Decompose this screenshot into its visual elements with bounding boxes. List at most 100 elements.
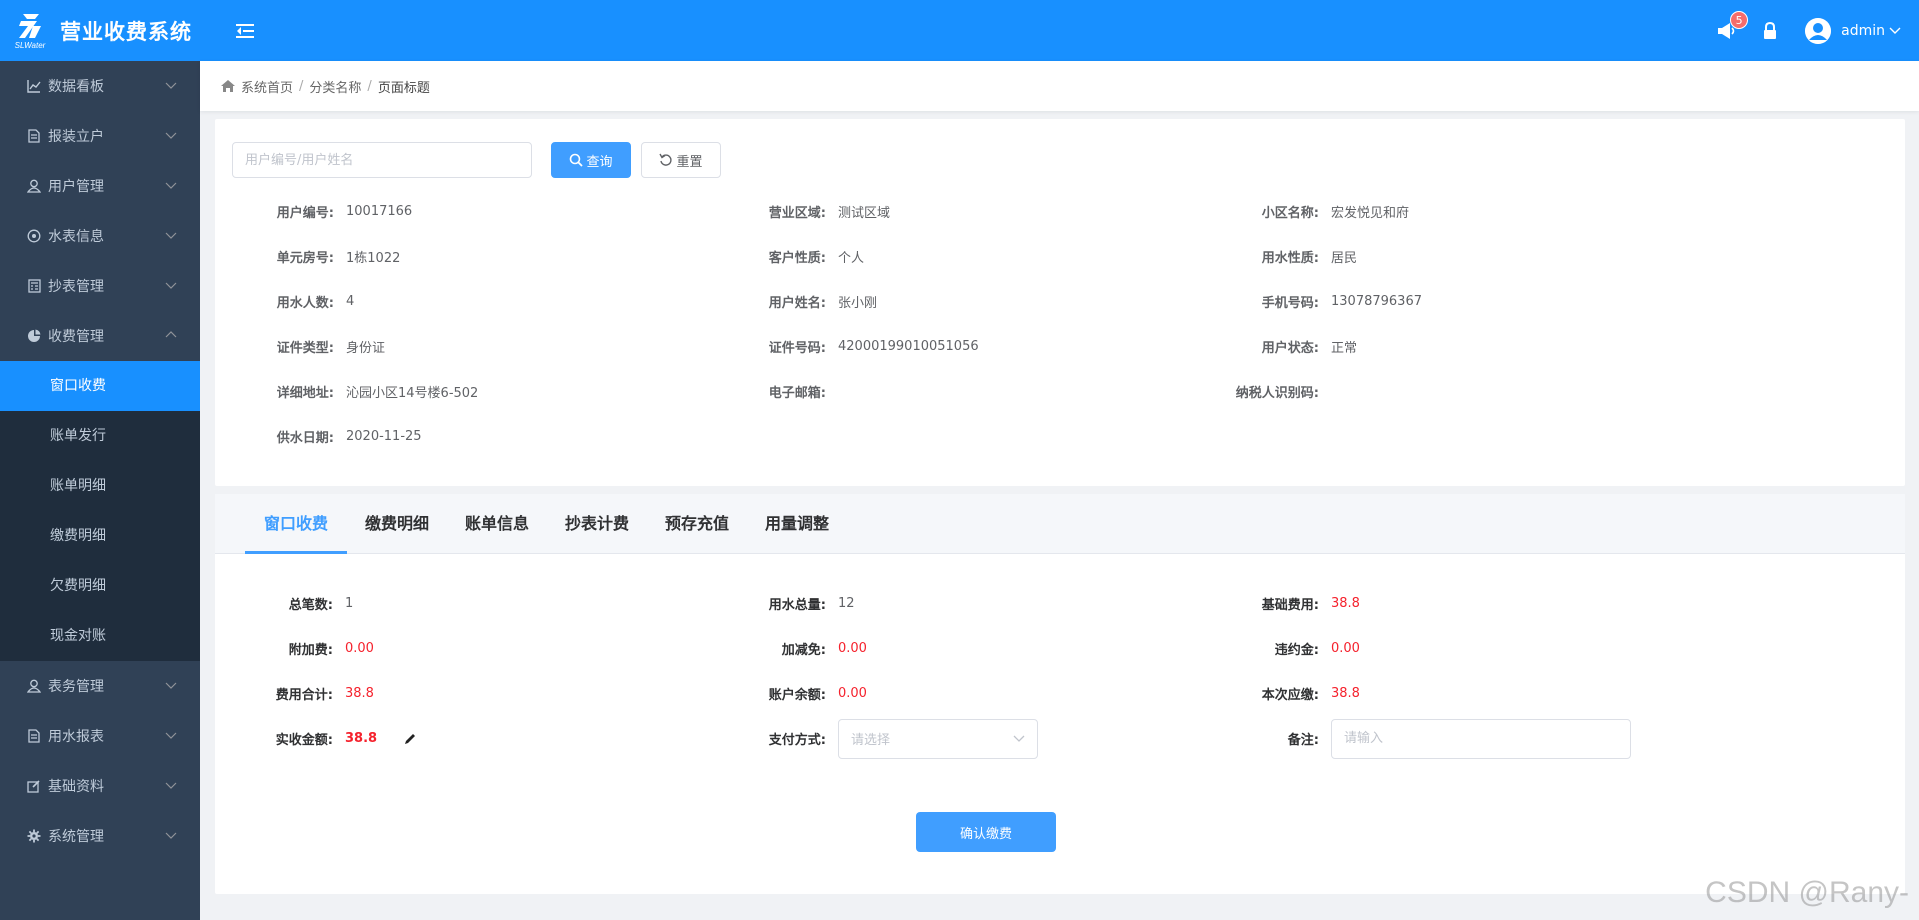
sidebar-item-basic-data[interactable]: 基础资料	[0, 761, 200, 811]
chevron-down-icon	[1013, 735, 1025, 742]
sidebar-subitem-arrears-detail[interactable]: 欠费明细	[0, 561, 200, 611]
app-title: 营业收费系统	[60, 19, 192, 44]
fee-row: 费用合计: 38.8 账户余额: 0.00 本次应缴: 38.8	[215, 671, 1905, 716]
sidebar-item-install[interactable]: 报装立户	[0, 111, 200, 161]
info-row: 用户编号: 10017166 营业区域: 测试区域 小区名称: 宏发悦见和府	[215, 189, 1905, 234]
payment-method-select[interactable]: 请选择	[838, 718, 1038, 759]
sidebar-item-label: 报装立户	[48, 129, 104, 145]
info-field: 供水日期: 2020-11-25	[215, 414, 422, 459]
info-field: 用户编号: 10017166	[215, 189, 412, 234]
user-icon	[26, 678, 42, 694]
sidebar-item-billing[interactable]: 收费管理	[0, 311, 200, 361]
sidebar-subitem-window-payment[interactable]: 窗口收费	[0, 361, 200, 411]
sidebar-item-users[interactable]: 用户管理	[0, 161, 200, 211]
breadcrumb-category[interactable]: 分类名称	[309, 77, 361, 96]
sidebar-item-label: 收费管理	[48, 329, 104, 345]
lock-icon	[1764, 21, 1777, 39]
meter-icon	[26, 228, 42, 244]
chevron-down-icon	[165, 782, 177, 789]
sidebar-item-label: 用水报表	[48, 729, 104, 745]
id-number-label: 证件号码:	[768, 341, 826, 356]
fee-row: 总笔数: 1 用水总量: 12 基础费用: 38.8	[215, 581, 1905, 626]
sidebar-item-dashboard[interactable]: 数据看板	[0, 61, 200, 111]
logo-subtitle: SLWater	[14, 40, 46, 50]
notification-button[interactable]: 5	[1715, 10, 1749, 42]
info-row: 供水日期: 2020-11-25	[215, 414, 1905, 459]
info-field: 证件号码: 42000199010051056	[707, 324, 979, 369]
sidebar-item-label: 系统管理	[48, 829, 104, 845]
extra-fee-value: 0.00	[345, 641, 374, 656]
business-area-label: 营业区域:	[768, 206, 826, 221]
tab-window-payment[interactable]: 窗口收费	[245, 494, 347, 554]
lock-button[interactable]	[1759, 20, 1781, 42]
fee-field: 加减免: 0.00	[708, 626, 867, 671]
confirm-payment-button[interactable]: 确认缴费	[916, 812, 1056, 852]
id-type-value: 身份证	[346, 341, 386, 356]
query-button[interactable]: 查询	[551, 142, 631, 178]
user-avatar-icon	[1805, 17, 1832, 44]
id-number-value: 42000199010051056	[838, 339, 979, 354]
breadcrumb-separator: /	[367, 78, 372, 94]
tab-reading-billing[interactable]: 抄表计费	[547, 494, 647, 554]
sidebar-item-system[interactable]: 系统管理	[0, 811, 200, 861]
sidebar-item-meter-service[interactable]: 表务管理	[0, 661, 200, 711]
fee-field: 账户余额: 0.00	[708, 671, 867, 716]
sidebar-subitem-bill-detail[interactable]: 账单明细	[0, 461, 200, 511]
sidebar-item-reading[interactable]: 抄表管理	[0, 261, 200, 311]
user-menu[interactable]: admin	[1805, 17, 1901, 44]
chevron-down-icon	[165, 182, 177, 189]
supply-date-label: 供水日期:	[276, 431, 334, 446]
balance-label: 账户余额:	[768, 688, 826, 703]
sidebar-item-meters[interactable]: 水表信息	[0, 211, 200, 261]
user-status-value: 正常	[1331, 341, 1358, 356]
sidebar-item-label: 数据看板	[48, 79, 104, 95]
extra-fee-label: 附加费:	[288, 643, 333, 658]
breadcrumb-current: 页面标题	[377, 80, 430, 96]
active-tab-indicator	[245, 551, 347, 554]
fee-field: 支付方式: 请选择	[708, 716, 1038, 761]
sidebar-subitem-cash-reconcile[interactable]: 现金对账	[0, 611, 200, 661]
penalty-label: 违约金:	[1274, 643, 1319, 658]
community-label: 小区名称:	[1261, 206, 1319, 221]
total-count-value: 1	[345, 596, 354, 611]
chevron-down-icon	[165, 232, 177, 239]
info-field: 用水人数: 4	[215, 279, 354, 324]
sidebar-item-label: 水表信息	[48, 229, 104, 245]
menu-collapse-button[interactable]	[232, 18, 258, 44]
chart-icon	[26, 78, 42, 94]
info-row: 用水人数: 4 用户姓名: 张小刚 手机号码: 13078796367	[215, 279, 1905, 324]
reset-button[interactable]: 重置	[641, 142, 721, 178]
info-row: 详细地址: 沁园小区14号楼6-502 电子邮箱: 纳税人识别码:	[215, 369, 1905, 414]
avatar	[1805, 17, 1832, 44]
fee-field: 实收金额: 38.8	[215, 716, 417, 761]
fee-field: 总笔数: 1	[215, 581, 353, 626]
fee-total-label: 费用合计:	[275, 688, 333, 703]
sidebar-subitem-payment-detail[interactable]: 缴费明细	[0, 511, 200, 561]
tab-bill-info[interactable]: 账单信息	[447, 494, 547, 554]
search-input[interactable]	[232, 142, 532, 178]
tab-usage-adjust[interactable]: 用量调整	[747, 494, 847, 554]
fee-field: 备注:	[1201, 716, 1631, 761]
info-row: 证件类型: 身份证 证件号码: 42000199010051056 用户状态: 正常	[215, 324, 1905, 369]
user-name-label: 用户姓名:	[768, 296, 826, 311]
breadcrumb-home[interactable]: 系统首页	[241, 77, 293, 96]
base-fee-label: 基础费用:	[1261, 598, 1319, 613]
logo: SLWater	[0, 0, 60, 61]
pencil-icon[interactable]	[403, 732, 417, 746]
payment-method-placeholder: 请选择	[851, 733, 891, 748]
fee-row: 实收金额: 38.8 支付方式: 请选择 备注:	[215, 716, 1905, 761]
user-status-label: 用户状态:	[1261, 341, 1319, 356]
top-header: SLWater 营业收费系统 5 admin	[0, 0, 1919, 61]
fee-field: 附加费: 0.00	[215, 626, 374, 671]
email-label: 电子邮箱:	[768, 386, 826, 401]
sidebar-subitem-bill-issue[interactable]: 账单发行	[0, 411, 200, 461]
remark-input[interactable]	[1331, 718, 1631, 759]
sidebar-item-water-report[interactable]: 用水报表	[0, 711, 200, 761]
notification-badge: 5	[1730, 10, 1749, 29]
fee-field: 基础费用: 38.8	[1201, 581, 1360, 626]
user-info-grid: 用户编号: 10017166 营业区域: 测试区域 小区名称: 宏发悦见和府 单元房号…	[215, 189, 1905, 459]
tab-prepaid-recharge[interactable]: 预存充值	[647, 494, 747, 554]
info-field: 电子邮箱:	[707, 369, 838, 414]
chevron-down-icon	[165, 682, 177, 689]
tab-payment-detail[interactable]: 缴费明细	[347, 494, 447, 554]
